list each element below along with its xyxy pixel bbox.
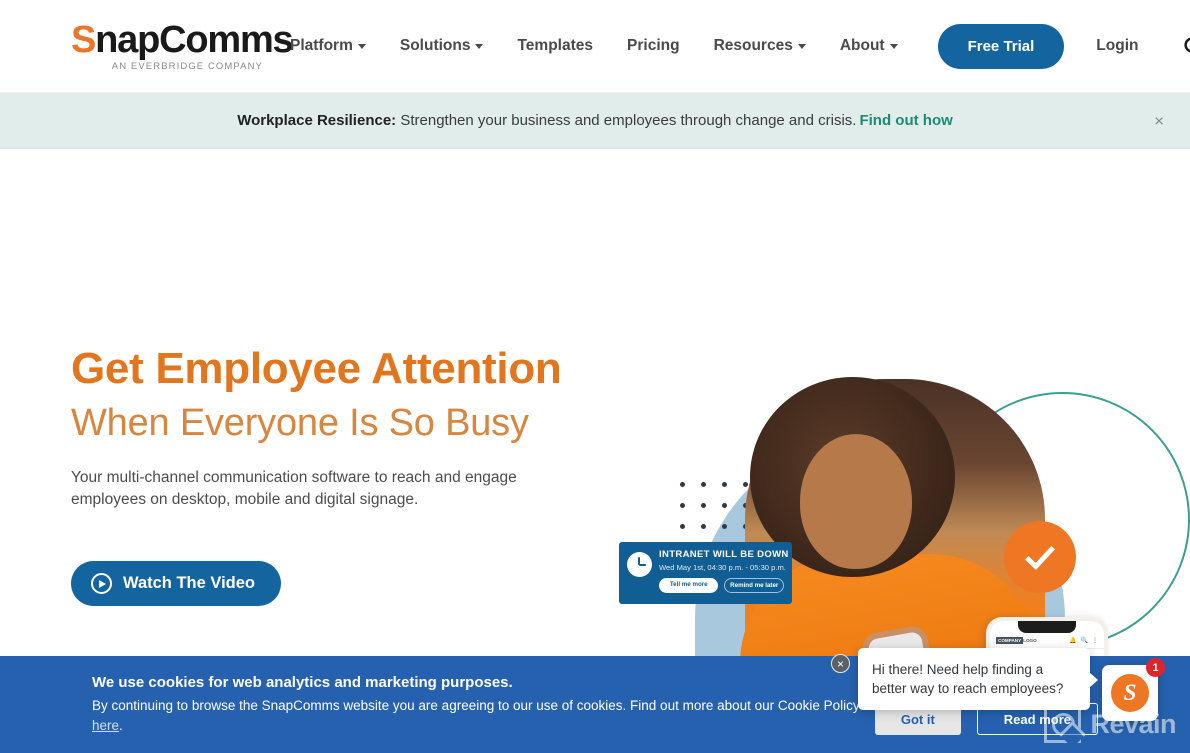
alert-actions: Tell me more Remind me later bbox=[659, 578, 784, 593]
hero-person-face bbox=[800, 434, 912, 569]
site-header: SnapComms AN EVERBRIDGE COMPANY Platform… bbox=[0, 0, 1190, 93]
watch-video-label: Watch The Video bbox=[123, 574, 256, 592]
nav-item-templates[interactable]: Templates bbox=[517, 37, 593, 55]
nav-label-solutions: Solutions bbox=[399, 37, 471, 54]
nav-label-about: About bbox=[839, 37, 885, 54]
nav-item-solutions[interactable]: Solutions bbox=[400, 37, 484, 55]
chevron-down-icon bbox=[357, 43, 366, 49]
alert-remind-me-later-button[interactable]: Remind me later bbox=[724, 578, 784, 593]
nav-item-platform[interactable]: Platform bbox=[290, 37, 366, 55]
announcement-text: Workplace Resilience: Strengthen your bu… bbox=[237, 112, 953, 129]
nav-label-platform: Platform bbox=[290, 37, 353, 54]
logo-s-letter: S bbox=[71, 19, 96, 61]
logo-rest: napComms bbox=[95, 19, 294, 61]
cookie-text-after: . bbox=[119, 718, 123, 733]
logo-tagline: AN EVERBRIDGE COMPANY bbox=[111, 61, 263, 72]
alert-tell-me-more-button[interactable]: Tell me more bbox=[659, 578, 719, 593]
main-navigation: Platform Solutions Templates Pricing Res… bbox=[290, 23, 1190, 69]
play-icon bbox=[91, 573, 112, 594]
nav-item-resources[interactable]: Resources bbox=[714, 37, 806, 55]
alert-date: Wed May 1st, 04:30 p.m. - 05:30 p.m. bbox=[659, 563, 786, 572]
more-menu-icon[interactable]: ⋮ bbox=[1092, 637, 1098, 644]
chat-close-icon[interactable]: × bbox=[831, 654, 850, 673]
nav-label-resources: Resources bbox=[713, 37, 793, 54]
hero-headline-line2: When Everyone Is So Busy bbox=[71, 402, 529, 444]
chevron-down-icon bbox=[475, 43, 484, 49]
site-logo[interactable]: SnapComms AN EVERBRIDGE COMPANY bbox=[71, 19, 294, 72]
chat-launcher-button[interactable]: S 1 bbox=[1102, 658, 1165, 721]
page-root: SnapComms AN EVERBRIDGE COMPANY Platform… bbox=[0, 0, 1190, 753]
chevron-down-icon bbox=[889, 43, 898, 49]
close-icon[interactable]: × bbox=[1154, 112, 1164, 129]
login-link[interactable]: Login bbox=[1096, 37, 1138, 55]
hero-copy: Get Employee Attention When Everyone Is … bbox=[71, 342, 591, 606]
cookie-policy-link[interactable]: here bbox=[92, 718, 119, 733]
hero-headline-line1: Get Employee Attention bbox=[71, 344, 562, 393]
notification-icon[interactable]: 🔔 bbox=[1069, 637, 1076, 644]
chat-unread-badge: 1 bbox=[1146, 658, 1165, 677]
intranet-alert-card: INTRANET WILL BE DOWN Wed May 1st, 04:30… bbox=[619, 542, 792, 604]
phone-company-logo: COMPANY LOGO bbox=[996, 637, 1037, 644]
checkmark-circle-icon bbox=[1004, 521, 1076, 593]
phone-notch bbox=[1018, 621, 1076, 633]
nav-label-templates: Templates bbox=[517, 37, 594, 54]
chat-avatar: S bbox=[1111, 674, 1149, 712]
cookie-text: By continuing to browse the SnapComms we… bbox=[92, 696, 892, 736]
search-icon[interactable] bbox=[1183, 36, 1190, 57]
hero-subtext: Your multi-channel communication softwar… bbox=[71, 469, 517, 508]
free-trial-button[interactable]: Free Trial bbox=[937, 23, 1065, 69]
chevron-down-icon bbox=[797, 43, 806, 49]
phone-topbar-icons: 🔔 🔍 ⋮ bbox=[1069, 637, 1098, 644]
announcement-body: Strengthen your business and employees t… bbox=[396, 112, 857, 129]
cookie-text-before: By continuing to browse the SnapComms we… bbox=[92, 698, 860, 713]
alert-title: INTRANET WILL BE DOWN bbox=[659, 549, 789, 560]
announcement-bold-prefix: Workplace Resilience: bbox=[237, 112, 397, 129]
nav-label-pricing: Pricing bbox=[627, 37, 680, 54]
nav-item-pricing[interactable]: Pricing bbox=[627, 37, 680, 55]
chat-message-bubble: Hi there! Need help finding a better way… bbox=[858, 648, 1098, 710]
announcement-link[interactable]: Find out how bbox=[859, 112, 952, 129]
search-icon[interactable]: 🔍 bbox=[1081, 637, 1088, 644]
logo-wordmark: SnapComms bbox=[71, 19, 294, 61]
phone-topbar: COMPANY LOGO 🔔 🔍 ⋮ bbox=[990, 633, 1104, 649]
announcement-banner: Workplace Resilience: Strengthen your bu… bbox=[0, 93, 1190, 149]
nav-item-about[interactable]: About bbox=[840, 37, 898, 55]
clock-icon bbox=[627, 552, 652, 577]
watch-video-button[interactable]: Watch The Video bbox=[71, 561, 282, 606]
